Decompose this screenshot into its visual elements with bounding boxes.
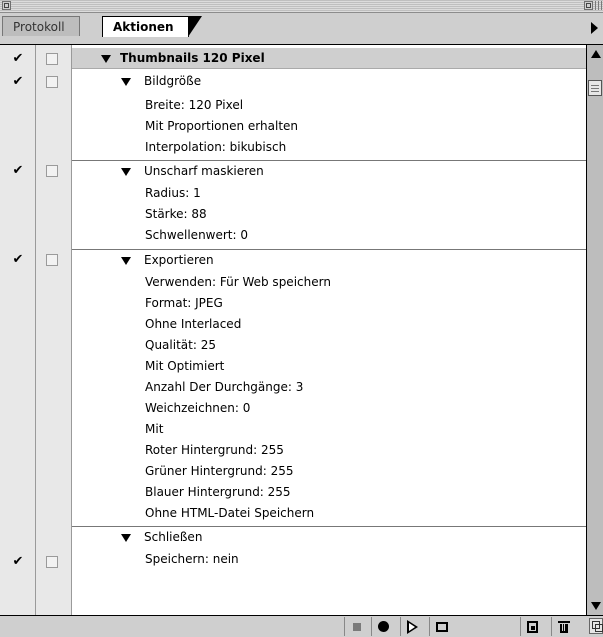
action-parameter-text: Ohne HTML-Datei Speichern bbox=[145, 505, 315, 520]
action-command-name: Unscharf maskieren bbox=[144, 163, 264, 178]
action-parameter-row: Breite: 120 Pixel bbox=[72, 95, 586, 116]
disclosure-triangle-icon[interactable] bbox=[121, 256, 131, 265]
delete-button[interactable] bbox=[551, 617, 575, 636]
dialog-toggle-box[interactable] bbox=[46, 556, 58, 569]
disclosure-triangle-icon[interactable] bbox=[121, 167, 131, 176]
disclosure-triangle-icon[interactable] bbox=[101, 55, 111, 63]
scroll-down-arrow-icon[interactable] bbox=[591, 602, 601, 610]
action-parameter-text: Schwellenwert: 0 bbox=[145, 228, 249, 243]
trash-icon bbox=[557, 620, 570, 633]
action-parameter-row: Radius: 1 bbox=[72, 183, 586, 204]
tab-aktionen[interactable]: Aktionen bbox=[102, 16, 202, 37]
item-toggle-check-icon[interactable]: ✔ bbox=[11, 52, 25, 65]
play-button[interactable] bbox=[400, 617, 424, 636]
action-command-row[interactable]: Unscharf maskieren bbox=[72, 159, 586, 181]
zoom-box-icon[interactable] bbox=[584, 1, 593, 10]
action-parameter-row: Stärke: 88 bbox=[72, 204, 586, 225]
action-parameter-text: Blauer Hintergrund: 255 bbox=[145, 484, 291, 499]
action-parameter-text: Weichzeichnen: 0 bbox=[145, 400, 251, 415]
action-parameter-row: Mit bbox=[72, 419, 586, 440]
action-parameter-text: Mit Optimiert bbox=[145, 358, 225, 373]
record-icon bbox=[378, 621, 389, 632]
play-icon bbox=[407, 619, 418, 634]
new-set-button[interactable] bbox=[429, 617, 453, 636]
action-parameter-row: Ohne HTML-Datei Speichern bbox=[72, 503, 586, 524]
disclosure-triangle-icon[interactable] bbox=[121, 534, 131, 543]
action-parameter-row: Qualität: 25 bbox=[72, 335, 586, 356]
scroll-thumb[interactable] bbox=[588, 80, 602, 96]
action-parameter-row: Weichzeichnen: 0 bbox=[72, 398, 586, 419]
vertical-scrollbar[interactable] bbox=[586, 45, 603, 615]
action-parameter-row: Interpolation: bikubisch bbox=[72, 137, 586, 158]
action-parameter-text: Roter Hintergrund: 255 bbox=[145, 442, 284, 457]
action-command-name: Bildgröße bbox=[144, 74, 202, 89]
action-command-row[interactable]: Bildgröße bbox=[72, 71, 586, 92]
palette-title-bar[interactable] bbox=[0, 0, 603, 13]
toggle-dialog-column bbox=[36, 45, 72, 615]
action-command-row[interactable]: Exportieren bbox=[72, 248, 586, 270]
action-command-row[interactable]: Schließen bbox=[72, 526, 586, 547]
item-toggle-check-icon[interactable]: ✔ bbox=[11, 164, 25, 177]
action-parameter-text: Verwenden: Für Web speichern bbox=[145, 274, 331, 289]
new-action-icon bbox=[527, 620, 538, 633]
resize-box-icon[interactable] bbox=[589, 618, 603, 634]
item-toggle-check-icon[interactable]: ✔ bbox=[11, 253, 25, 266]
action-command-name: Schließen bbox=[144, 530, 203, 545]
action-set-row[interactable]: Thumbnails 120 Pixel bbox=[72, 48, 586, 69]
action-parameter-row: Ohne Interlaced bbox=[72, 314, 586, 335]
action-parameter-text: Breite: 120 Pixel bbox=[145, 97, 244, 112]
stop-button[interactable] bbox=[344, 617, 368, 636]
action-parameter-row: Format: JPEG bbox=[72, 293, 586, 314]
item-toggle-check-icon[interactable]: ✔ bbox=[11, 75, 25, 88]
palette-menu-arrow-icon[interactable] bbox=[591, 22, 598, 34]
tab-bar: Protokoll Aktionen bbox=[0, 13, 603, 45]
action-parameter-row: Schwellenwert: 0 bbox=[72, 225, 586, 246]
action-parameter-row: Mit Proportionen erhalten bbox=[72, 116, 586, 137]
action-command-name: Exportieren bbox=[144, 252, 214, 267]
actions-list: Thumbnails 120 Pixel ✔ Bildgröße ✔ Breite: 1… bbox=[0, 45, 586, 615]
action-parameter-text: Format: JPEG bbox=[145, 295, 223, 310]
action-parameter-row: Roter Hintergrund: 255 bbox=[72, 440, 586, 461]
dialog-toggle-box[interactable] bbox=[46, 253, 58, 266]
close-box-icon[interactable] bbox=[2, 1, 11, 10]
action-parameter-row: Mit Optimiert bbox=[72, 356, 586, 377]
dialog-toggle-box[interactable] bbox=[46, 76, 58, 89]
action-parameter-row: Blauer Hintergrund: 255 bbox=[72, 482, 586, 503]
actions-palette: Protokoll Aktionen Thumbnails 120 Pixel ✔… bbox=[0, 0, 603, 637]
dialog-toggle-box[interactable] bbox=[46, 53, 58, 65]
dialog-toggle-box[interactable] bbox=[46, 164, 58, 177]
action-parameter-row: Verwenden: Für Web speichern bbox=[72, 272, 586, 293]
action-parameter-row: Anzahl Der Durchgänge: 3 bbox=[72, 377, 586, 398]
action-parameter-text: Mit Proportionen erhalten bbox=[145, 118, 299, 133]
action-parameter-text: Anzahl Der Durchgänge: 3 bbox=[145, 379, 304, 394]
scroll-up-arrow-icon[interactable] bbox=[591, 50, 601, 58]
item-toggle-check-icon[interactable]: ✔ bbox=[11, 555, 25, 568]
action-parameter-row: Grüner Hintergrund: 255 bbox=[72, 461, 586, 482]
action-parameter-text: Stärke: 88 bbox=[145, 207, 207, 222]
collapse-box-icon[interactable] bbox=[595, 1, 602, 10]
action-parameter-text: Speichern: nein bbox=[145, 552, 239, 567]
action-parameter-text: Mit bbox=[145, 421, 164, 436]
action-parameter-text: Qualität: 25 bbox=[145, 337, 216, 352]
toggle-item-column bbox=[0, 45, 36, 615]
action-parameter-text: Interpolation: bikubisch bbox=[145, 139, 287, 154]
action-set-name: Thumbnails 120 Pixel bbox=[120, 51, 265, 65]
action-parameter-row: Speichern: nein bbox=[72, 549, 586, 570]
tab-protokoll[interactable]: Protokoll bbox=[2, 16, 80, 36]
stop-icon bbox=[352, 622, 361, 631]
actions-button-bar bbox=[0, 615, 603, 637]
action-parameter-text: Grüner Hintergrund: 255 bbox=[145, 463, 294, 478]
folder-icon bbox=[435, 621, 448, 632]
action-parameter-text: Radius: 1 bbox=[145, 186, 201, 201]
disclosure-triangle-icon[interactable] bbox=[121, 78, 131, 87]
record-button[interactable] bbox=[371, 617, 395, 636]
action-parameter-text: Ohne Interlaced bbox=[145, 316, 242, 331]
new-action-button[interactable] bbox=[520, 617, 544, 636]
